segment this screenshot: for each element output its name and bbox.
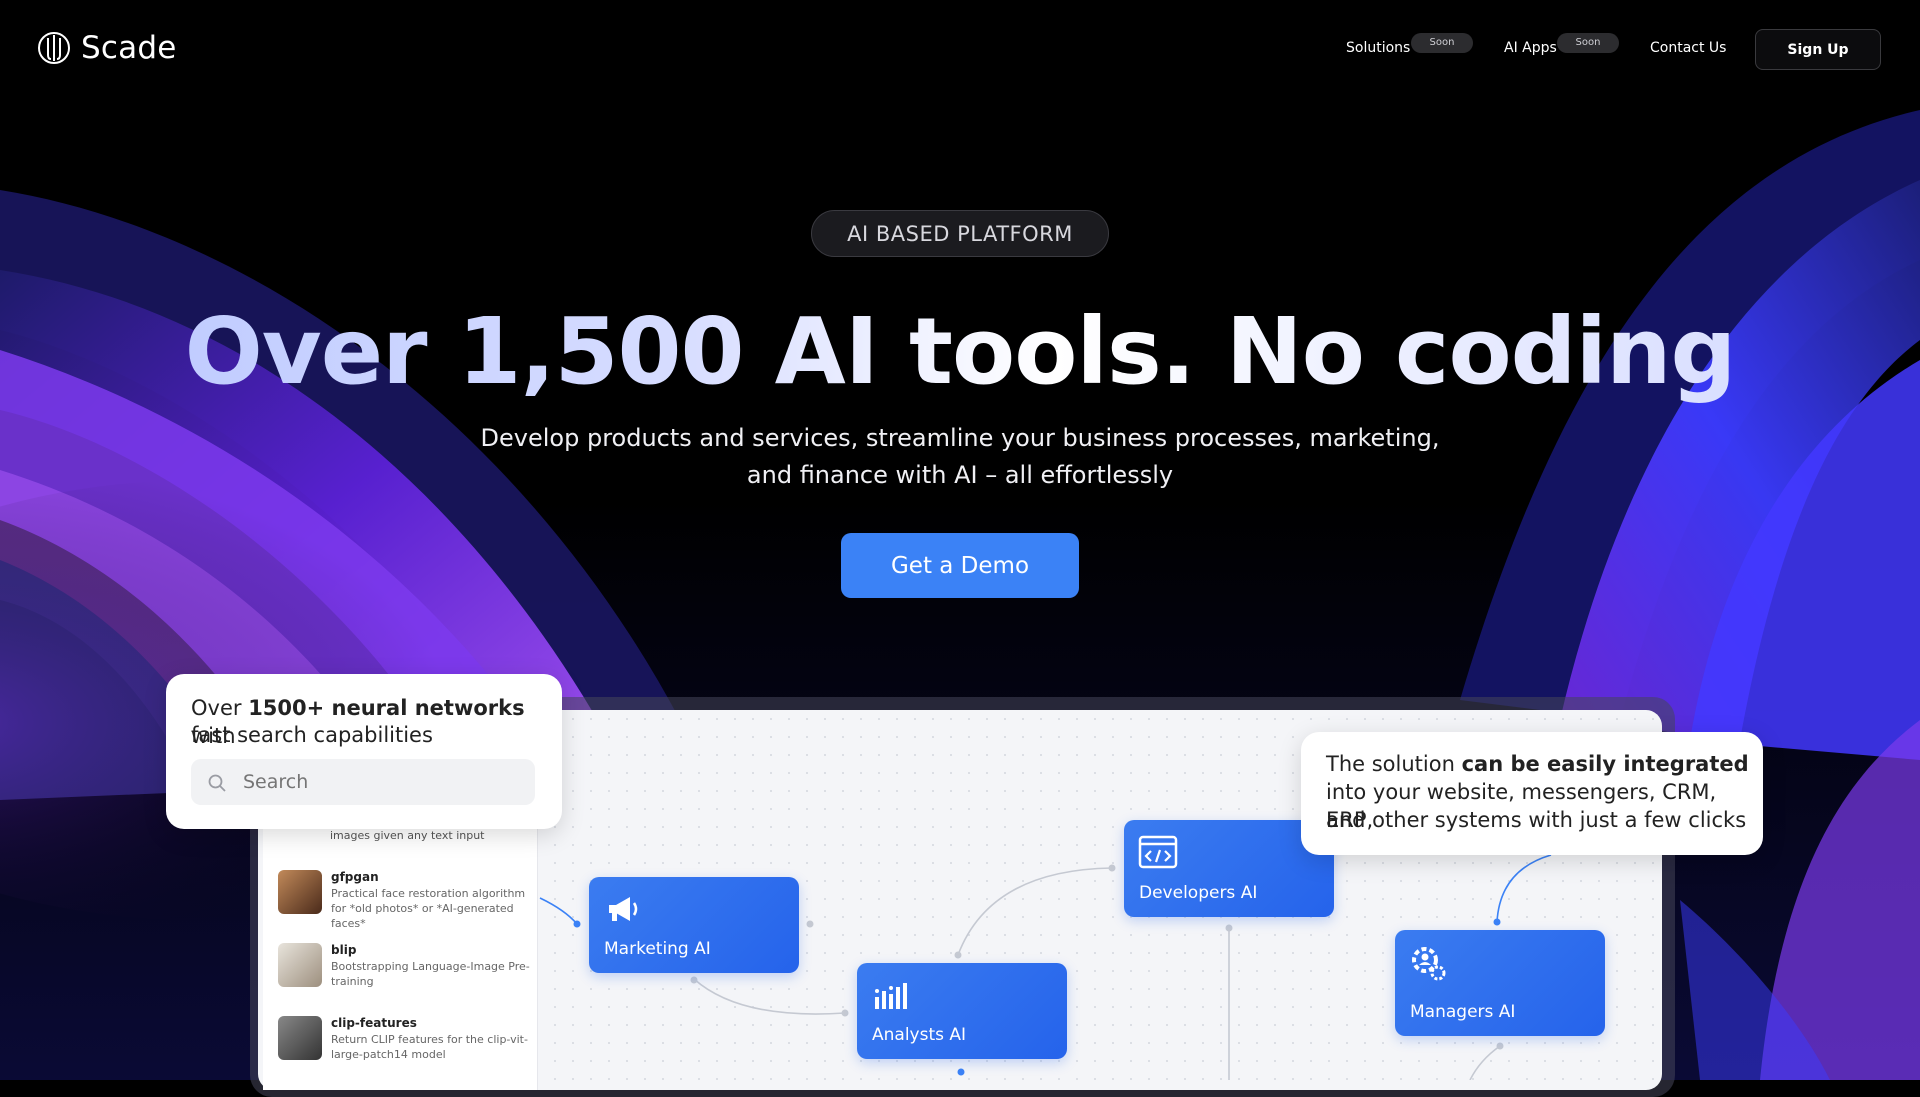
code-window-icon xyxy=(1138,835,1178,869)
bar-chart-icon xyxy=(875,983,907,1009)
nav-solutions-soon-badge: Soon xyxy=(1411,33,1473,53)
card-label: Managers AI xyxy=(1410,1002,1516,1022)
callout-line3: and other systems with just a few clicks xyxy=(1326,808,1747,832)
neural-networks-callout: Over 1500+ neural networks with fast sea… xyxy=(166,674,562,829)
sign-up-button[interactable]: Sign Up xyxy=(1755,29,1881,70)
nav-ai-apps-soon-badge: Soon xyxy=(1557,33,1619,53)
model-list-item[interactable]: gfpgan Practical face restoration algori… xyxy=(278,870,528,930)
callout-text: Over xyxy=(191,696,249,720)
analysts-ai-card[interactable]: Analysts AI xyxy=(857,963,1067,1059)
card-label: Marketing AI xyxy=(604,939,711,959)
model-list-item[interactable]: blip Bootstrapping Language-Image Pre-tr… xyxy=(278,943,530,1003)
card-label: Analysts AI xyxy=(872,1025,967,1045)
hero-subtitle-line2: and finance with AI – all effortlessly xyxy=(746,461,1174,489)
card-label: Developers AI xyxy=(1139,883,1258,903)
platform-pill: AI BASED PLATFORM xyxy=(811,210,1109,257)
hero-subtitle-line1: Develop products and services, streamlin… xyxy=(480,424,1440,452)
nav-ai-apps-link[interactable]: AI Apps xyxy=(1504,40,1557,56)
callout-bold: can be easily integrated xyxy=(1461,752,1749,776)
callout-line2: fast search capabilities xyxy=(191,723,433,747)
top-navigation: Scade Solutions Soon AI Apps Soon Contac… xyxy=(0,0,1920,100)
logo-text: Scade xyxy=(81,30,177,66)
model-description: Practical face restoration algorithm for… xyxy=(331,887,526,930)
nav-solutions-link[interactable]: Solutions xyxy=(1346,40,1410,56)
callout-bold: 1500+ neural networks xyxy=(248,696,525,720)
blip-thumbnail xyxy=(278,943,322,987)
model-list-cut-text: images given any text input xyxy=(330,829,485,842)
integration-callout: The solution can be easily integrated in… xyxy=(1301,732,1763,855)
gear-person-icon xyxy=(1412,947,1446,981)
megaphone-icon xyxy=(609,897,638,921)
marketing-ai-card[interactable]: Marketing AI xyxy=(589,877,799,973)
callout-text: The solution xyxy=(1326,752,1462,776)
gfpgan-thumbnail xyxy=(278,870,322,914)
model-description: Bootstrapping Language-Image Pre-trainin… xyxy=(331,960,530,988)
scade-logo-icon xyxy=(38,32,70,64)
search-box[interactable] xyxy=(191,759,535,805)
managers-ai-card[interactable]: Managers AI xyxy=(1395,930,1605,1036)
search-icon xyxy=(208,774,226,792)
model-list-item[interactable]: clip-features Return CLIP features for t… xyxy=(278,1016,528,1076)
nav-contact-link[interactable]: Contact Us xyxy=(1650,40,1726,56)
model-name: gfpgan xyxy=(331,870,379,884)
get-demo-button[interactable]: Get a Demo xyxy=(841,533,1079,598)
search-input[interactable] xyxy=(241,770,525,794)
logo[interactable]: Scade xyxy=(37,30,176,66)
hero-headline: Over 1,500 AI tools. No coding xyxy=(0,298,1920,405)
clip-features-thumbnail xyxy=(278,1016,322,1060)
model-name: blip xyxy=(331,943,357,957)
model-name: clip-features xyxy=(331,1016,417,1030)
model-description: Return CLIP features for the clip-vit-la… xyxy=(331,1033,528,1061)
